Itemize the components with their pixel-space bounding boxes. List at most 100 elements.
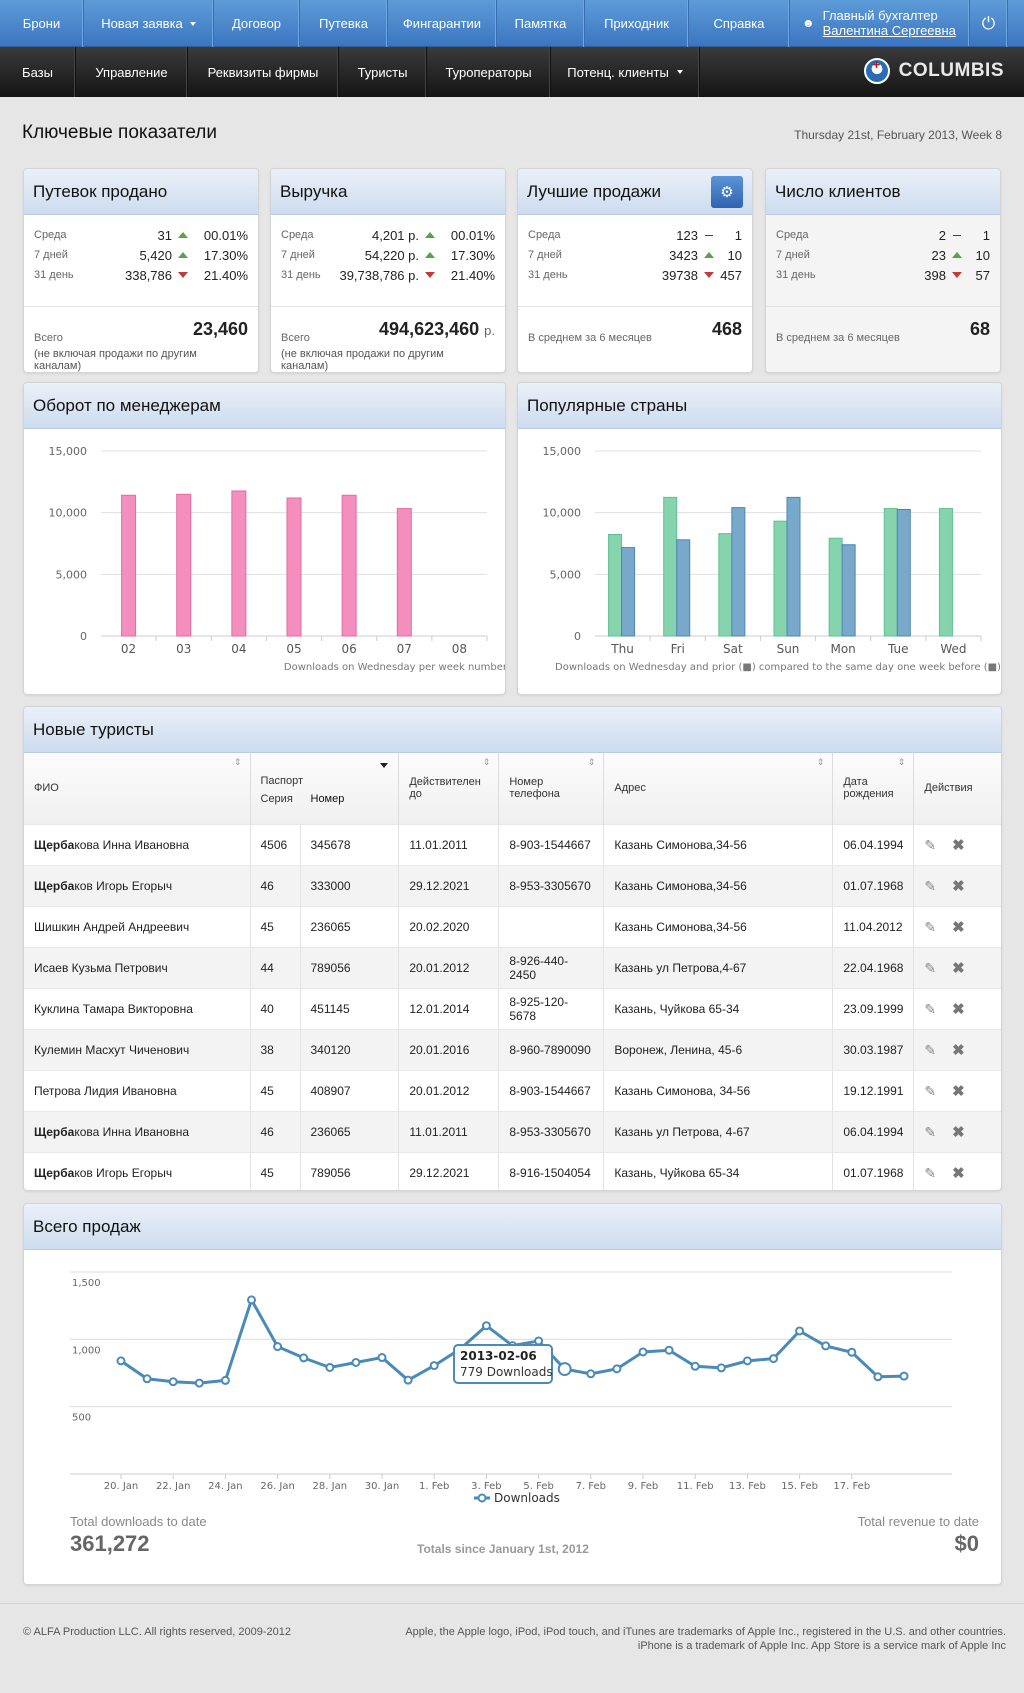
data-point[interactable] [821, 1341, 831, 1351]
subnav-item-bases[interactable]: Базы [0, 47, 76, 97]
table-row[interactable]: Куклина Тамара Викторовна 40 451145 12.0… [24, 987, 1001, 1029]
nav-item-contract[interactable]: Договор [214, 0, 300, 47]
edit-pencil-icon[interactable]: ✎ [924, 1001, 936, 1017]
settings-button[interactable]: ⚙ [711, 176, 743, 208]
data-point[interactable] [586, 1369, 596, 1379]
table-row[interactable]: Кулемин Масхут Чиченович 38 340120 20.01… [24, 1028, 1001, 1070]
nav-item-voucher[interactable]: Путевка [300, 0, 388, 47]
table-row[interactable]: Петрова Лидия Ивановна 45 408907 20.01.2… [24, 1069, 1001, 1111]
sort-icon[interactable]: ⇕ [588, 757, 596, 768]
table-row[interactable]: Исаев Кузьма Петрович 44 789056 20.01.20… [24, 946, 1001, 988]
delete-x-icon[interactable]: ✖ [952, 1165, 965, 1182]
sort-desc-icon[interactable] [380, 763, 389, 768]
table-row[interactable]: Щербакова Инна Ивановна 46 236065 11.01.… [24, 1110, 1001, 1152]
bar-week-before[interactable] [773, 520, 788, 637]
column-header-phone[interactable]: Номер телефона ⇕ [498, 753, 605, 824]
data-point[interactable] [299, 1353, 309, 1363]
data-point[interactable] [351, 1357, 361, 1367]
power-button[interactable]: ⏻ [970, 0, 1008, 47]
bar-week-before[interactable] [883, 508, 898, 637]
bar-current[interactable] [676, 539, 691, 637]
data-point[interactable] [142, 1374, 152, 1384]
bar-week-before[interactable] [828, 537, 843, 637]
sort-icon[interactable]: ⇕ [234, 757, 242, 768]
delete-x-icon[interactable]: ✖ [952, 837, 965, 854]
subnav-item-management[interactable]: Управление [76, 47, 188, 97]
column-header-valid-until[interactable]: Действителен до ⇕ [398, 753, 500, 824]
bar-week-before[interactable] [663, 496, 678, 637]
data-point[interactable] [716, 1363, 726, 1373]
nav-item-new-request[interactable]: Новая заявка [84, 0, 214, 47]
subnav-item-company-details[interactable]: Реквизиты фирмы [188, 47, 339, 97]
delete-x-icon[interactable]: ✖ [952, 919, 965, 936]
data-point[interactable] [194, 1378, 204, 1388]
data-point[interactable] [690, 1361, 700, 1371]
bar-current[interactable] [731, 507, 746, 637]
edit-pencil-icon[interactable]: ✎ [924, 1124, 936, 1140]
bar[interactable] [341, 494, 357, 637]
data-point[interactable] [557, 1362, 572, 1377]
table-row[interactable]: Щербаков Игорь Егорыч 45 789056 29.12.20… [24, 1151, 1001, 1190]
data-point[interactable] [429, 1361, 439, 1371]
nav-item-help[interactable]: Справка [689, 0, 790, 47]
column-header-fio[interactable]: ФИО ⇕ [24, 753, 251, 824]
data-point[interactable] [247, 1295, 256, 1305]
delete-x-icon[interactable]: ✖ [952, 1001, 965, 1018]
edit-pencil-icon[interactable]: ✎ [924, 960, 936, 976]
edit-pencil-icon[interactable]: ✎ [924, 837, 936, 853]
data-point[interactable] [116, 1356, 126, 1366]
bar[interactable] [396, 508, 412, 637]
data-point[interactable] [273, 1342, 283, 1352]
delete-x-icon[interactable]: ✖ [952, 878, 965, 895]
data-point[interactable] [873, 1372, 883, 1382]
edit-pencil-icon[interactable]: ✎ [924, 878, 936, 894]
bar-week-before[interactable] [608, 533, 623, 637]
sort-icon[interactable]: ⇕ [817, 757, 825, 768]
delete-x-icon[interactable]: ✖ [952, 1124, 965, 1141]
nav-item-receipt[interactable]: Приходник [585, 0, 689, 47]
table-row[interactable]: Щербаков Игорь Егорыч 46 333000 29.12.20… [24, 864, 1001, 906]
column-header-passport[interactable]: Паспорт Серия Номер [250, 753, 400, 824]
table-row[interactable]: Шишкин Андрей Андреевич 45 236065 20.02.… [24, 905, 1001, 947]
data-point[interactable] [534, 1336, 544, 1346]
data-point[interactable] [638, 1347, 648, 1357]
data-point[interactable] [168, 1377, 178, 1387]
data-point[interactable] [325, 1362, 335, 1372]
bar-current[interactable] [621, 547, 636, 637]
subnav-item-tour-operators[interactable]: Туроператоры [427, 47, 551, 97]
data-point[interactable] [847, 1347, 857, 1357]
data-point[interactable] [403, 1375, 413, 1385]
columbis-logo[interactable]: COLUMBIS [863, 57, 1004, 84]
bar-current[interactable] [786, 496, 801, 637]
data-point[interactable] [664, 1345, 674, 1355]
legend-label[interactable]: Downloads [494, 1491, 560, 1505]
delete-x-icon[interactable]: ✖ [952, 1042, 965, 1059]
data-point[interactable] [481, 1321, 491, 1331]
bar-week-before[interactable] [938, 508, 953, 637]
data-point[interactable] [612, 1364, 622, 1374]
delete-x-icon[interactable]: ✖ [952, 1083, 965, 1100]
edit-pencil-icon[interactable]: ✎ [924, 919, 936, 935]
data-point[interactable] [899, 1371, 909, 1381]
bar[interactable] [176, 493, 192, 637]
nav-item-bookings[interactable]: Брони [0, 0, 84, 47]
column-header-address[interactable]: Адрес ⇕ [603, 753, 834, 824]
bar[interactable] [121, 494, 137, 637]
delete-x-icon[interactable]: ✖ [952, 960, 965, 977]
subnav-item-tourists[interactable]: Туристы [339, 47, 427, 97]
sort-icon[interactable]: ⇕ [898, 757, 906, 768]
data-point[interactable] [220, 1375, 230, 1385]
sort-icon[interactable]: ⇕ [483, 757, 491, 768]
table-row[interactable]: Щербакова Инна Ивановна 4506 345678 11.0… [24, 823, 1001, 865]
data-point[interactable] [795, 1326, 805, 1336]
bar-week-before[interactable] [718, 533, 733, 637]
data-point[interactable] [769, 1354, 778, 1364]
data-point[interactable] [377, 1353, 387, 1363]
bar-current[interactable] [841, 544, 856, 637]
user-name-link[interactable]: Валентина Сергеевна [823, 23, 956, 38]
user-menu[interactable]: ☻ Главный бухгалтер Валентина Сергеевна [790, 0, 970, 46]
bar[interactable] [286, 497, 302, 637]
nav-item-memo[interactable]: Памятка [497, 0, 585, 47]
data-point[interactable] [742, 1356, 752, 1366]
column-header-birth[interactable]: Дата рождения ⇕ [832, 753, 915, 824]
